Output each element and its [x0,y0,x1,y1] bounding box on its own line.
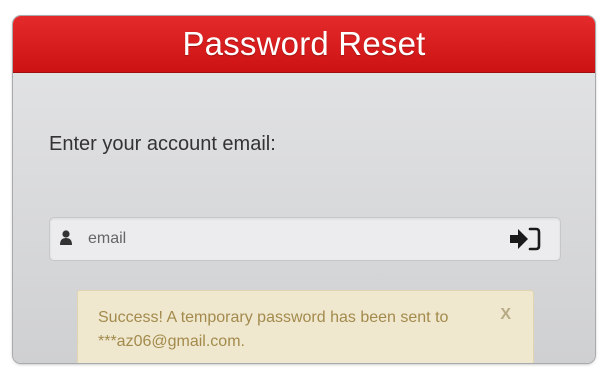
card-body: Enter your account email: Success! A tem… [13,73,595,363]
alert-message: Success! A temporary password has been s… [98,309,449,350]
password-reset-card: Password Reset Enter your account email:… [13,16,595,363]
user-icon [60,230,72,245]
email-label: Enter your account email: [49,133,276,155]
card-header: Password Reset [13,16,595,73]
email-field[interactable] [49,217,561,261]
success-alert: Success! A temporary password has been s… [77,290,534,363]
page-title: Password Reset [182,25,426,62]
alert-close-button[interactable]: X [500,306,511,324]
sign-in-icon[interactable] [508,226,542,252]
email-input[interactable] [88,218,488,260]
